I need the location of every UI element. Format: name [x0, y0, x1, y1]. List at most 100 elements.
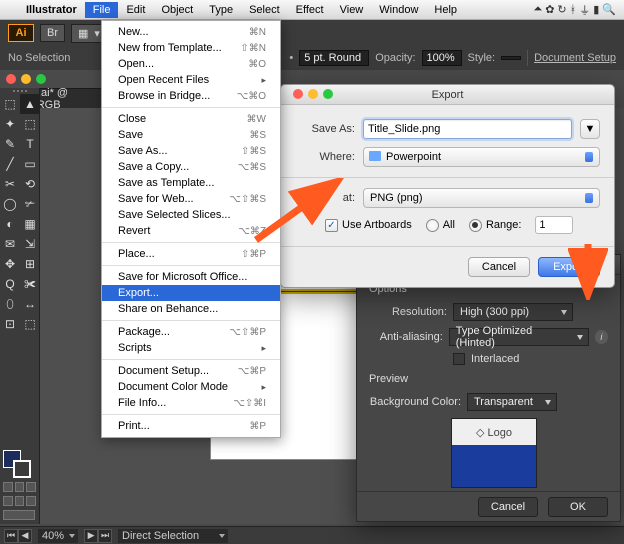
tool-button[interactable]: ✥ — [0, 254, 20, 274]
info-icon[interactable]: i — [595, 330, 608, 344]
file-menu-item[interactable]: Package...⌥⇧⌘P — [102, 324, 280, 340]
document-setup-link[interactable]: Document Setup — [534, 52, 616, 64]
tool-button[interactable]: ▲ — [20, 94, 40, 114]
menu-effect[interactable]: Effect — [288, 2, 332, 18]
opacity-field[interactable]: 100% — [422, 50, 462, 66]
menu-file[interactable]: File — [85, 2, 119, 18]
file-menu-item[interactable]: Close⌘W — [102, 111, 280, 127]
stroke-profile-select[interactable]: 5 pt. Round — [299, 50, 369, 66]
draw-behind-icon[interactable] — [15, 496, 25, 506]
file-menu-item[interactable]: File Info...⌥⇧⌘I — [102, 395, 280, 411]
tool-button[interactable]: ╱ — [0, 154, 20, 174]
gradient-mode-icon[interactable] — [15, 482, 25, 492]
range-radio[interactable]: Range: — [469, 219, 521, 232]
color-mode-icon[interactable] — [3, 482, 13, 492]
file-menu-item[interactable]: Open Recent Files — [102, 72, 280, 88]
tool-button[interactable]: ✉ — [0, 234, 20, 254]
tool-button[interactable]: Q — [0, 274, 20, 294]
menu-window[interactable]: Window — [371, 2, 426, 18]
file-menu-item[interactable]: Browse in Bridge...⌥⌘O — [102, 88, 280, 104]
png-cancel-button[interactable]: Cancel — [478, 497, 538, 517]
export-cancel-button[interactable]: Cancel — [468, 257, 530, 277]
tray-wifi-icon[interactable]: ⏚ — [579, 2, 590, 18]
screen-mode-button[interactable] — [3, 510, 35, 520]
tool-button[interactable]: ↔ — [20, 294, 40, 314]
range-input[interactable] — [535, 216, 573, 234]
png-ok-button[interactable]: OK — [548, 497, 608, 517]
dialog-zoom-icon[interactable] — [323, 89, 333, 99]
tray-bluetooth-icon[interactable]: ᚼ — [570, 4, 577, 16]
file-menu-item[interactable]: Save⌘S — [102, 127, 280, 143]
file-menu-item[interactable]: New...⌘N — [102, 24, 280, 40]
tool-button[interactable]: ⬚ — [20, 114, 40, 134]
tray-dropbox-icon[interactable]: ⏶ — [533, 3, 542, 16]
menu-object[interactable]: Object — [153, 2, 201, 18]
file-menu-item[interactable]: Save a Copy...⌥⌘S — [102, 159, 280, 175]
tool-button[interactable]: ✀ — [20, 274, 40, 294]
tool-button[interactable]: ⊡ — [0, 314, 20, 334]
interlaced-checkbox[interactable] — [453, 353, 465, 365]
file-menu-item[interactable]: Print...⌘P — [102, 418, 280, 434]
all-radio[interactable]: All — [426, 219, 455, 232]
tool-button[interactable]: ⊞ — [20, 254, 40, 274]
tool-button[interactable]: ✃ — [20, 194, 40, 214]
tray-flower-icon[interactable]: ✿ — [545, 3, 554, 16]
tray-spotlight-icon[interactable]: 🔍 — [602, 3, 616, 16]
dialog-minimize-icon[interactable] — [308, 89, 318, 99]
tool-button[interactable]: T — [20, 134, 40, 154]
zoom-level-select[interactable]: 40% — [38, 529, 78, 543]
close-window-icon[interactable] — [6, 74, 16, 84]
menu-select[interactable]: Select — [241, 2, 288, 18]
file-menu-item[interactable]: Scripts — [102, 340, 280, 356]
bridge-button[interactable]: Br — [40, 24, 65, 42]
file-menu-item[interactable]: New from Template...⇧⌘N — [102, 40, 280, 56]
tool-button[interactable]: ✦ — [0, 114, 20, 134]
tool-button[interactable]: ⬚ — [0, 94, 20, 114]
menu-help[interactable]: Help — [426, 2, 465, 18]
tool-button[interactable]: ⇲ — [20, 234, 40, 254]
status-bar: ⏮◀ 40% ▶⏭ Direct Selection — [0, 526, 624, 544]
bgcolor-select[interactable]: Transparent — [467, 393, 557, 411]
file-menu-item[interactable]: Document Color Mode — [102, 379, 280, 395]
minimize-window-icon[interactable] — [21, 74, 31, 84]
tool-button[interactable]: ⟲ — [20, 174, 40, 194]
artboard-navigation-2[interactable]: ▶⏭ — [84, 529, 112, 543]
tool-button[interactable]: ▭ — [20, 154, 40, 174]
stroke-swatch[interactable] — [13, 460, 31, 478]
style-select[interactable] — [501, 56, 521, 60]
tool-button[interactable]: ◯ — [0, 194, 20, 214]
draw-inside-icon[interactable] — [26, 496, 36, 506]
save-as-input[interactable] — [363, 119, 572, 139]
app-name[interactable]: Illustrator — [18, 2, 85, 18]
dialog-close-icon[interactable] — [293, 89, 303, 99]
expand-dialog-button[interactable]: ▼ — [580, 119, 600, 139]
file-menu-item[interactable]: Place...⇧⌘P — [102, 246, 280, 262]
file-menu-item[interactable]: Document Setup...⌥⌘P — [102, 363, 280, 379]
tool-button[interactable]: ◐ — [0, 214, 20, 234]
file-menu-item[interactable]: Share on Behance... — [102, 301, 280, 317]
file-menu-item[interactable]: Save for Microsoft Office... — [102, 269, 280, 285]
tray-battery-icon[interactable]: ▮ — [593, 3, 599, 16]
tool-button[interactable]: ✎ — [0, 134, 20, 154]
fill-stroke-swatches[interactable] — [0, 446, 39, 524]
draw-normal-icon[interactable] — [3, 496, 13, 506]
file-menu-item[interactable]: Save As...⇧⌘S — [102, 143, 280, 159]
resolution-select[interactable]: High (300 ppi) — [453, 303, 573, 321]
menu-view[interactable]: View — [332, 2, 372, 18]
tool-button[interactable]: ✂ — [0, 174, 20, 194]
antialiasing-select[interactable]: Type Optimized (Hinted) — [449, 328, 589, 346]
menu-type[interactable]: Type — [201, 2, 241, 18]
format-select[interactable]: PNG (png) — [363, 188, 600, 208]
artboard-navigation[interactable]: ⏮◀ — [4, 529, 32, 543]
tool-button[interactable]: ⬚ — [20, 314, 40, 334]
file-menu-item[interactable]: Open...⌘O — [102, 56, 280, 72]
tool-button[interactable]: ⬯ — [0, 294, 20, 314]
tray-sync-icon[interactable]: ↻ — [557, 3, 566, 16]
menu-edit[interactable]: Edit — [118, 2, 153, 18]
zoom-window-icon[interactable] — [36, 74, 46, 84]
current-tool-display[interactable]: Direct Selection — [118, 529, 228, 543]
none-mode-icon[interactable] — [26, 482, 36, 492]
file-menu-item[interactable]: Export... — [102, 285, 280, 301]
tool-button[interactable]: ▦ — [20, 214, 40, 234]
where-select[interactable]: Powerpoint — [363, 147, 600, 167]
